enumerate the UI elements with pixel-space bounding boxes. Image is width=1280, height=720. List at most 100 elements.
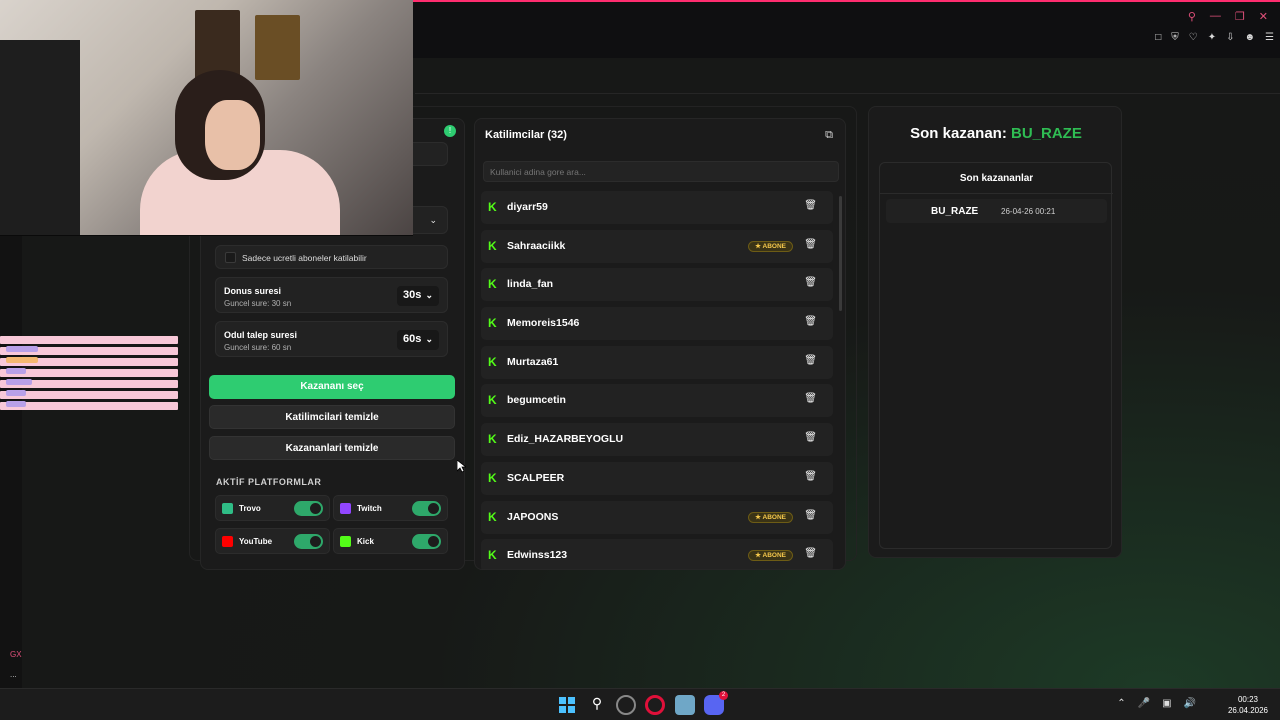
chat-tag [6, 390, 26, 396]
platform-youtube: YouTube [215, 528, 330, 554]
trash-icon[interactable]: 🗑 [804, 277, 817, 288]
platform-trovo: Trovo [215, 495, 330, 521]
volume-icon[interactable]: 🔊 [1184, 698, 1196, 709]
kick-icon [340, 536, 351, 547]
trash-icon[interactable]: 🗑 [804, 510, 817, 521]
trash-icon[interactable]: 🗑 [804, 432, 817, 443]
participant-search-input[interactable] [483, 161, 839, 182]
spin-duration-select[interactable]: 30s ⌄ [397, 286, 439, 306]
platform-label: Trovo [239, 504, 261, 513]
chevron-up-icon[interactable]: ⌃ [1117, 698, 1125, 709]
kick-icon: K [488, 354, 497, 369]
winner-row: BU_RAZE 26-04-26 00:21 [886, 199, 1107, 223]
clock[interactable]: 00:23 26.04.2026 [1228, 694, 1268, 716]
minimize-icon[interactable]: — [1210, 10, 1221, 23]
spin-duration-title: Donus suresi [224, 286, 282, 296]
subscriber-only-checkbox-row[interactable]: Sadece ucretli aboneler katilabilir [215, 245, 448, 269]
participant-name: SCALPEER [507, 471, 565, 484]
platform-toggle[interactable] [412, 501, 441, 516]
status-indicator: ! [444, 125, 456, 137]
platform-toggle[interactable] [412, 534, 441, 549]
chevron-down-icon: ⌄ [425, 290, 433, 300]
participant-row: K JAPOONS ★ ABONE 🗑 [481, 500, 833, 534]
subscriber-badge-label: ABONE [762, 513, 786, 521]
kick-icon: K [488, 238, 497, 253]
extensions-icon[interactable]: ✦ [1208, 32, 1216, 43]
shield-icon[interactable]: ⛨ [1171, 32, 1179, 43]
participant-name: diyarr59 [507, 201, 548, 213]
checkbox[interactable] [225, 252, 236, 263]
chat-line [0, 346, 178, 355]
participant-name: Murtaza61 [507, 355, 559, 368]
spin-duration-value: 30s [403, 289, 422, 301]
chat-line [0, 390, 178, 399]
platform-toggle[interactable] [294, 534, 323, 549]
kick-icon: K [488, 316, 497, 331]
last-winner-prefix: Son kazanan: [910, 125, 1007, 142]
participant-row: K Ediz_HAZARBEYOGLU 🗑 [481, 423, 833, 457]
heart-icon[interactable]: ♡ [1189, 32, 1198, 43]
clear-winners-button[interactable]: Kazananlari temizle [209, 436, 455, 460]
participant-row: K SCALPEER 🗑 [481, 461, 833, 495]
pick-winner-button[interactable]: Kazananı seç [209, 375, 455, 399]
trash-icon[interactable]: 🗑 [804, 316, 817, 327]
taskbar: ⚲ 2 ⌃ 🎤 ▣ 🔊 00:23 26.04.2026 [0, 688, 1280, 720]
opera-gx-icon[interactable] [645, 695, 665, 715]
gx-label[interactable]: GX [10, 650, 22, 659]
participant-row: Kbegumcetin 🗑 [481, 384, 833, 418]
date: 26.04.2026 [1227, 706, 1268, 715]
system-tray: ⌃ 🎤 ▣ 🔊 [1117, 698, 1196, 709]
kick-icon: K [488, 509, 497, 524]
profile-icon[interactable]: ☻ [1245, 32, 1256, 43]
kick-icon: K [488, 432, 497, 447]
trash-icon[interactable]: 🗑 [804, 200, 817, 211]
app-icon[interactable] [616, 695, 636, 715]
checkbox-label: Sadece ucretli aboneler katilabilir [242, 253, 367, 263]
app-icon[interactable] [675, 695, 695, 715]
trash-icon[interactable]: 🗑 [804, 239, 817, 250]
scrollbar[interactable] [839, 191, 843, 563]
winner-date: 26-04-26 00:21 [1001, 207, 1056, 216]
recent-winners-box: Son kazananlar BU_RAZE 26-04-26 00:21 [879, 162, 1113, 549]
trash-icon[interactable]: 🗑 [804, 355, 817, 366]
more-icon[interactable]: ... [10, 670, 17, 679]
browser-toolbar-icons: □ ⛨ ♡ ✦ ⇩ ☻ ☰ [1155, 32, 1274, 43]
participant-name: linda_fan [507, 278, 554, 291]
recent-winners-title: Son kazananlar [959, 173, 1034, 184]
participant-row: Kdiyarr59 🗑 [481, 191, 833, 224]
download-icon[interactable]: ⇩ [1226, 32, 1234, 43]
kick-icon: K [488, 393, 497, 408]
participant-name: JAPOONS [507, 510, 559, 523]
windows-start-icon[interactable] [557, 695, 577, 715]
trash-icon[interactable]: 🗑 [804, 471, 817, 482]
winners-panel: Son kazanan: BU_RAZE Son kazananlar BU_R… [868, 106, 1122, 558]
trash-icon[interactable]: 🗑 [804, 548, 817, 559]
subscriber-badge: ★ ABONE [748, 511, 793, 523]
snapshot-icon[interactable]: □ [1155, 32, 1161, 43]
microphone-icon[interactable]: 🎤 [1138, 698, 1150, 709]
platform-label: Twitch [357, 504, 382, 513]
copy-icon[interactable]: ⧉ [825, 129, 833, 142]
search-icon[interactable]: ⚲ [587, 695, 607, 715]
search-icon[interactable]: ⚲ [1188, 10, 1196, 23]
webcam-overlay [0, 0, 413, 236]
clear-participants-button[interactable]: Katilimcilari temizle [209, 405, 455, 429]
subscriber-badge-label: ABONE [762, 242, 786, 250]
scrollbar-thumb[interactable] [839, 196, 842, 311]
restore-icon[interactable]: ❐ [1235, 10, 1245, 23]
winner-name: BU_RAZE [931, 206, 979, 217]
participant-name: begumcetin [507, 394, 566, 407]
trash-icon[interactable]: 🗑 [804, 393, 817, 404]
claim-duration-select[interactable]: 60s ⌄ [397, 330, 439, 350]
close-icon[interactable]: ✕ [1259, 10, 1268, 23]
network-icon[interactable]: ▣ [1162, 698, 1171, 709]
menu-icon[interactable]: ☰ [1265, 32, 1274, 43]
platform-toggle[interactable] [294, 501, 323, 516]
kick-icon: K [488, 200, 497, 214]
chat-line [0, 368, 178, 377]
webcam-person-face [205, 100, 260, 170]
chat-overlay [0, 336, 178, 413]
participant-list: Kdiyarr59 🗑 K Sahraaciikk ★ ABONE 🗑 Klinda_fan… [481, 191, 833, 569]
discord-icon[interactable]: 2 [704, 691, 728, 715]
platform-twitch: Twitch [333, 495, 448, 521]
